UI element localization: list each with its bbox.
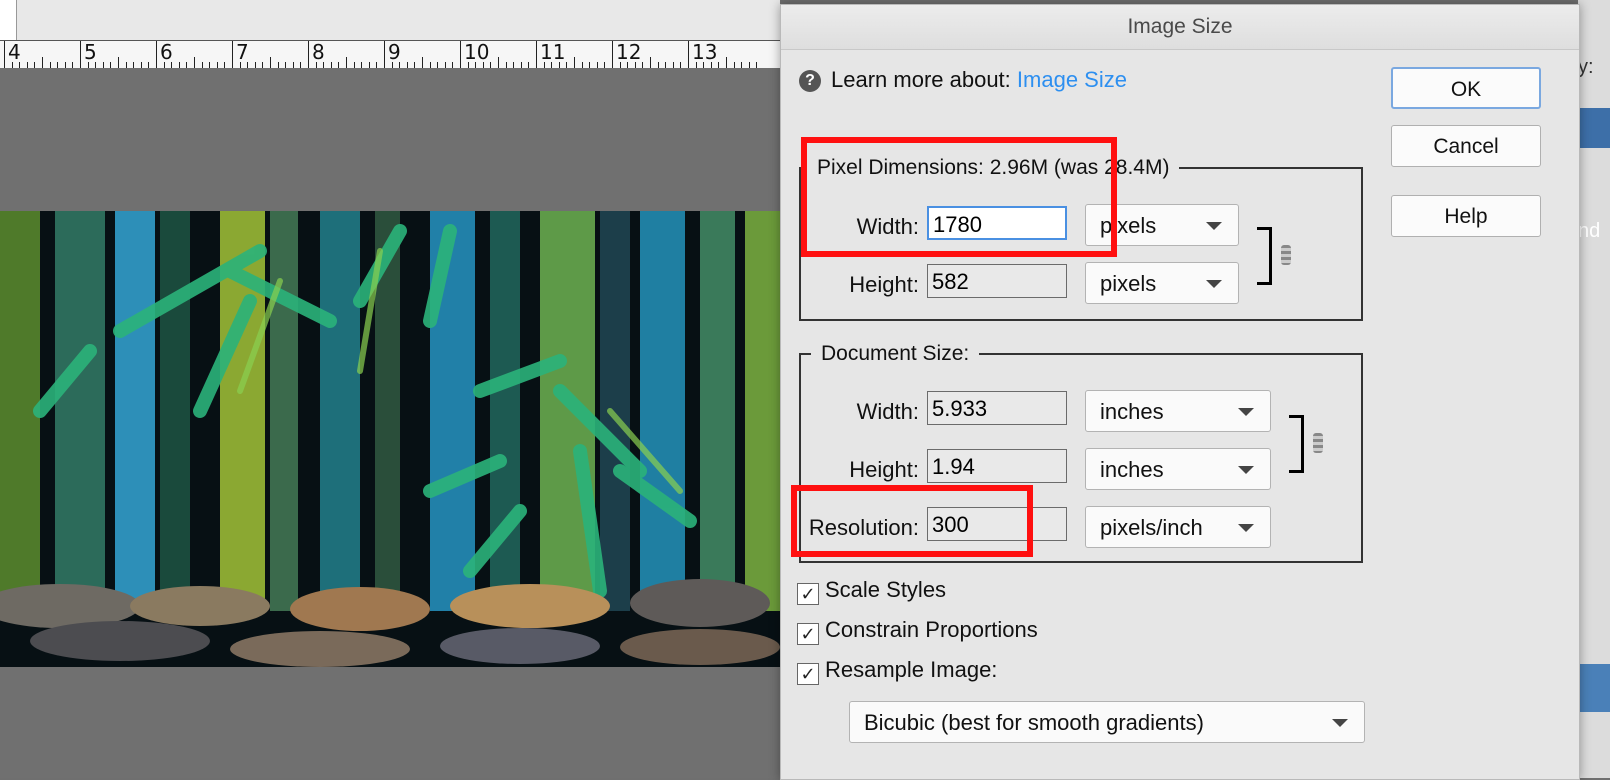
ruler-tick <box>308 41 309 69</box>
ok-button[interactable]: OK <box>1391 67 1541 109</box>
document-width-unit-value: inches <box>1100 399 1164 424</box>
pixel-width-highlight-box <box>801 137 1117 257</box>
chain-link-icon <box>1281 245 1291 265</box>
document-width-unit-select[interactable]: inches <box>1085 390 1271 432</box>
image-size-dialog: Image Size ? Learn more about: Image Size… <box>780 4 1580 780</box>
ruler-number: 6 <box>160 40 173 64</box>
learn-more-row: ? Learn more about: Image Size <box>799 67 1127 93</box>
chain-link-icon <box>1313 433 1323 453</box>
bamboo-painting-illustration <box>0 211 782 667</box>
chevron-down-icon <box>1238 524 1254 532</box>
resample-image-checkbox[interactable]: ✓ Resample Image: <box>797 657 997 685</box>
chevron-down-icon <box>1332 719 1348 727</box>
ruler-tick <box>232 41 233 69</box>
ruler-number: 4 <box>8 40 21 64</box>
resolution-unit-value: pixels/inch <box>1100 515 1203 540</box>
document-width-label: Width: <box>856 399 919 424</box>
pixel-height-label: Height: <box>849 272 919 297</box>
cancel-button[interactable]: Cancel <box>1391 125 1541 167</box>
constrain-proportions-label: Constrain Proportions <box>825 617 1038 642</box>
document-link-bracket <box>1289 415 1304 473</box>
ruler-number: 8 <box>312 40 325 64</box>
right-panel-button[interactable]: nd <box>1578 108 1610 242</box>
horizontal-ruler: 4 5 6 7 8 9 10 11 12 13 <box>0 40 782 70</box>
document-height-label: Height: <box>849 457 919 482</box>
resolution-unit-select[interactable]: pixels/inch <box>1085 506 1271 548</box>
app-toolbar <box>0 0 780 40</box>
ruler-tick <box>612 41 613 69</box>
scale-styles-label: Scale Styles <box>825 577 947 602</box>
ruler-number: 11 <box>540 40 566 64</box>
pixel-height-input[interactable]: 582 <box>927 264 1067 298</box>
document-height-unit-value: inches <box>1100 457 1164 482</box>
image-size-help-link[interactable]: Image Size <box>1017 67 1127 92</box>
ruler-number: 13 <box>692 40 718 64</box>
dialog-title: Image Size <box>781 5 1579 50</box>
right-panel-label: y: <box>1578 56 1594 78</box>
ruler-tick <box>384 41 385 69</box>
scale-styles-checkbox[interactable]: ✓ Scale Styles <box>797 577 946 605</box>
ruler-tick <box>536 41 537 69</box>
right-panel-selected-row[interactable] <box>1578 664 1610 712</box>
right-panel-edge: y: nd <box>1578 0 1610 778</box>
learn-more-label: Learn more about: <box>831 67 1011 92</box>
ruler-tick <box>460 41 461 69</box>
resolution-highlight-box <box>791 485 1033 557</box>
ruler-number: 7 <box>236 40 249 64</box>
pixel-link-bracket <box>1257 227 1272 285</box>
checkmark-icon[interactable]: ✓ <box>797 583 819 605</box>
help-button[interactable]: Help <box>1391 195 1541 237</box>
chevron-down-icon <box>1238 466 1254 474</box>
ruler-number: 12 <box>616 40 642 64</box>
pixel-height-unit-select[interactable]: pixels <box>1085 262 1239 304</box>
resample-method-value: Bicubic (best for smooth gradients) <box>864 710 1204 735</box>
ruler-number: 5 <box>84 40 97 64</box>
document-height-input[interactable]: 1.94 <box>927 449 1067 483</box>
ruler-tick <box>156 41 157 69</box>
pixel-height-unit-value: pixels <box>1100 271 1157 296</box>
ruler-number: 9 <box>388 40 401 64</box>
ruler-tick <box>80 41 81 69</box>
bamboo-painting-image <box>0 211 782 667</box>
document-height-unit-select[interactable]: inches <box>1085 448 1271 490</box>
document-width-input[interactable]: 5.933 <box>927 391 1067 425</box>
checkmark-icon[interactable]: ✓ <box>797 623 819 645</box>
resample-method-select[interactable]: Bicubic (best for smooth gradients) <box>849 701 1365 743</box>
help-question-icon[interactable]: ? <box>799 70 821 93</box>
ruler-tick <box>4 41 5 69</box>
chevron-down-icon <box>1206 222 1222 230</box>
document-size-legend: Document Size: <box>811 342 980 366</box>
right-panel-button-label: nd <box>1578 220 1601 242</box>
chevron-down-icon <box>1206 280 1222 288</box>
toolbar-panel-edge <box>0 0 17 40</box>
ruler-number: 10 <box>464 40 490 64</box>
chevron-down-icon <box>1238 408 1254 416</box>
ruler-tick <box>688 41 689 69</box>
constrain-proportions-checkbox[interactable]: ✓ Constrain Proportions <box>797 617 1038 645</box>
resample-image-label: Resample Image: <box>825 657 998 682</box>
checkmark-icon[interactable]: ✓ <box>797 663 819 685</box>
